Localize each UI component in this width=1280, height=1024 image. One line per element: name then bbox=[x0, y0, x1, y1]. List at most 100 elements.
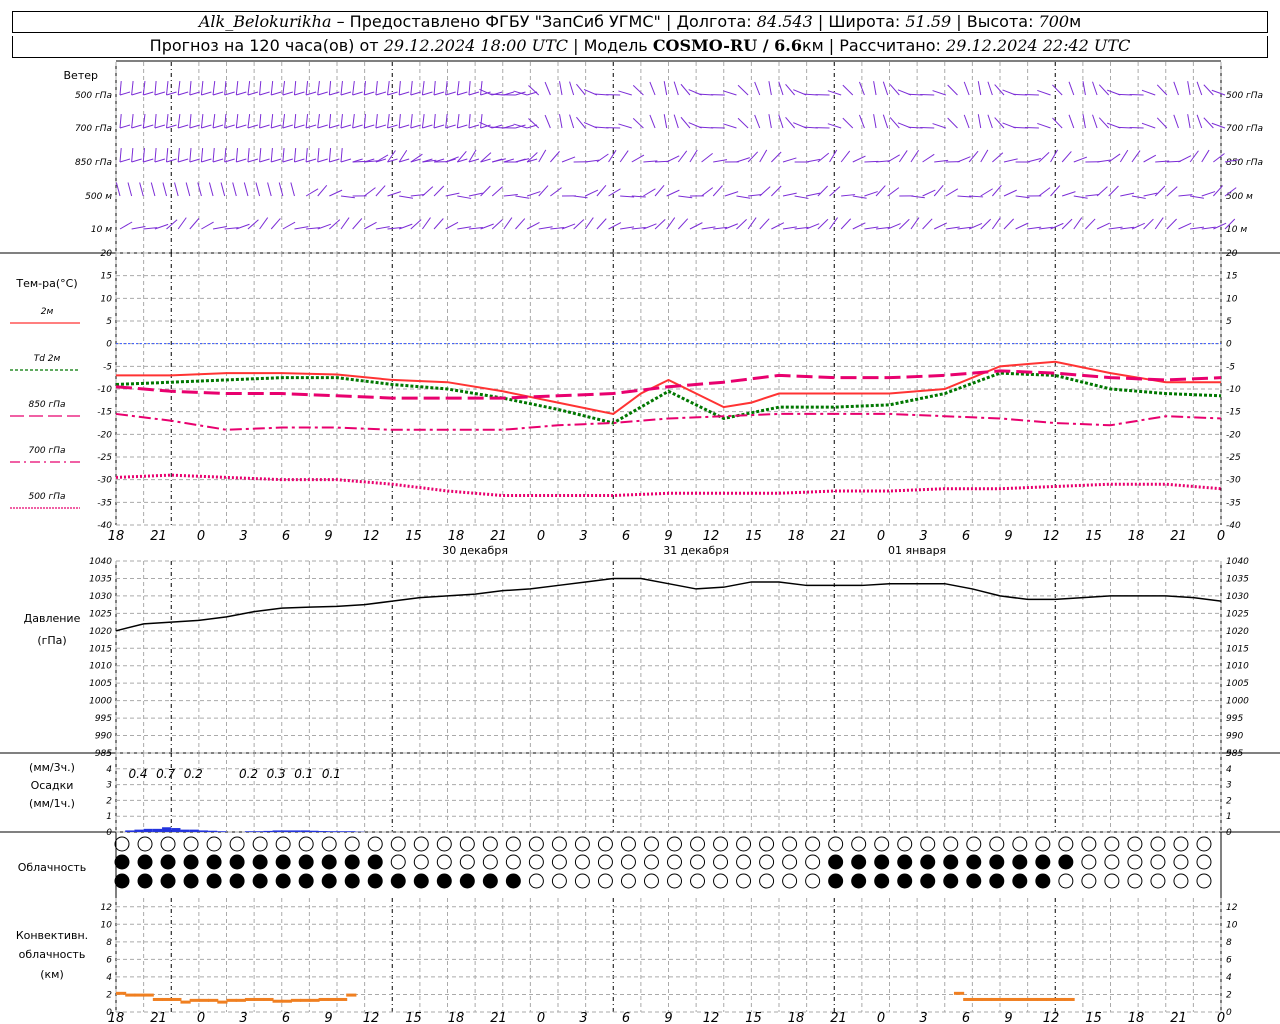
conv-bar bbox=[1027, 997, 1038, 1001]
cloud-symbol bbox=[413, 836, 429, 852]
wind-barb bbox=[162, 182, 168, 197]
wind-barb-flag bbox=[364, 91, 375, 96]
wind-barb-flag bbox=[212, 158, 224, 163]
wind-barb bbox=[375, 114, 378, 129]
precip-3h-label: 0.1 bbox=[294, 767, 313, 781]
wind-barb bbox=[759, 218, 770, 230]
temp-tick-right: -30 bbox=[1226, 476, 1241, 486]
precip-bar bbox=[346, 831, 356, 832]
wind-barb-flag bbox=[340, 158, 352, 163]
wind-barb bbox=[947, 84, 958, 96]
hour-tick-label-bottom: 12 bbox=[363, 1011, 380, 1024]
wind-barb bbox=[278, 182, 284, 197]
hour-tick-label: 12 bbox=[703, 529, 720, 544]
cloud-symbol bbox=[436, 873, 452, 889]
hour-tick-label: 18 bbox=[448, 529, 465, 544]
cloud-symbol bbox=[459, 854, 475, 870]
cloud-symbol bbox=[1104, 873, 1120, 889]
conv-bar bbox=[198, 998, 210, 1002]
hour-tick-label-bottom: 0 bbox=[197, 1011, 205, 1024]
conv-bar bbox=[1000, 997, 1011, 1001]
wind-barb bbox=[270, 148, 273, 163]
cloud-symbol bbox=[713, 873, 729, 889]
temp-tick-left: 20 bbox=[101, 249, 113, 259]
cloud-symbol bbox=[620, 854, 636, 870]
cloud-symbol bbox=[713, 854, 729, 870]
temp-tick-left: -10 bbox=[97, 385, 112, 395]
wind-barb-flag bbox=[271, 91, 282, 96]
wind-barb-flag bbox=[329, 158, 340, 163]
hour-tick-label-bottom: 9 bbox=[1004, 1011, 1012, 1024]
wind-barb-flag bbox=[399, 91, 410, 96]
precip-bar bbox=[217, 831, 227, 832]
wind-barb bbox=[898, 218, 910, 230]
cloud-symbol bbox=[1035, 836, 1051, 852]
precip-bar bbox=[281, 830, 291, 832]
wind-barb-flag bbox=[340, 124, 352, 129]
wind-barb bbox=[208, 182, 214, 197]
wind-barb-flag bbox=[131, 124, 142, 129]
wind-barb bbox=[328, 81, 332, 96]
precip-tick-right: 3 bbox=[1226, 781, 1232, 791]
conv-tick-right: 8 bbox=[1226, 938, 1232, 948]
cloud-symbol bbox=[874, 836, 890, 852]
cloud-symbol bbox=[183, 873, 199, 889]
hour-tick-label: 0 bbox=[537, 529, 545, 544]
wind-barb bbox=[201, 221, 214, 230]
wind-barb-flag bbox=[236, 91, 247, 96]
cloud-symbol bbox=[436, 854, 452, 870]
wind-barb bbox=[561, 223, 576, 230]
wind-barb bbox=[829, 149, 838, 163]
wind-barb bbox=[632, 118, 644, 129]
cloud-symbol bbox=[874, 873, 890, 889]
wind-barb bbox=[1050, 222, 1064, 230]
cloud-symbol bbox=[736, 836, 752, 852]
day-label: 31 декабря bbox=[663, 544, 729, 557]
hour-tick-label-bottom: 0 bbox=[537, 1011, 545, 1024]
wind-barb-flag bbox=[259, 91, 270, 96]
cloud-symbol bbox=[897, 854, 913, 870]
wind-barb-flag bbox=[282, 158, 293, 163]
hour-tick-label: 6 bbox=[962, 529, 970, 544]
wind-barb bbox=[142, 148, 145, 163]
wind-barb bbox=[596, 184, 607, 197]
wind-barb-flag bbox=[410, 91, 421, 96]
cloud-symbol bbox=[390, 873, 406, 889]
wind-barb bbox=[1092, 81, 1098, 96]
wind-barb bbox=[538, 149, 547, 163]
conv-tick-left: 2 bbox=[106, 990, 112, 1000]
cloud-symbol bbox=[367, 873, 383, 889]
precip-unit1: (мм/1ч.) bbox=[29, 797, 75, 810]
hour-tick-label: 0 bbox=[197, 529, 205, 544]
conv-bar bbox=[152, 997, 164, 1001]
wind-barb bbox=[119, 148, 122, 163]
wind-barb-flag bbox=[329, 91, 340, 96]
wind-barb bbox=[1187, 81, 1191, 96]
wind-barb bbox=[596, 153, 609, 163]
wind-barb bbox=[654, 184, 665, 197]
wind-barb bbox=[480, 114, 483, 129]
wind-barb bbox=[247, 114, 251, 129]
cloud-symbol bbox=[1150, 836, 1166, 852]
wind-barb bbox=[189, 218, 200, 230]
wind-barb bbox=[618, 123, 632, 129]
wind-barb-flag bbox=[212, 124, 224, 129]
wind-barb bbox=[1052, 117, 1063, 129]
wind-barb-flag bbox=[294, 158, 305, 163]
conv-bar bbox=[134, 993, 145, 997]
wind-barb-flag bbox=[119, 158, 131, 163]
wind-barb bbox=[875, 185, 886, 197]
wind-barb bbox=[737, 84, 749, 96]
wind-barb bbox=[922, 218, 933, 230]
hour-tick-label: 12 bbox=[1043, 529, 1060, 544]
wind-level-label-right: 500 м bbox=[1226, 192, 1253, 202]
hour-tick-label: 0 bbox=[1217, 529, 1225, 544]
wind-barb bbox=[480, 223, 494, 230]
wind-barb bbox=[220, 182, 226, 197]
wind-barb bbox=[1085, 218, 1096, 230]
wind-barb bbox=[305, 81, 309, 96]
wind-barb bbox=[1166, 218, 1177, 230]
wind-barb bbox=[410, 153, 423, 163]
wind-barb bbox=[317, 184, 328, 197]
cloud-symbol bbox=[413, 873, 429, 889]
